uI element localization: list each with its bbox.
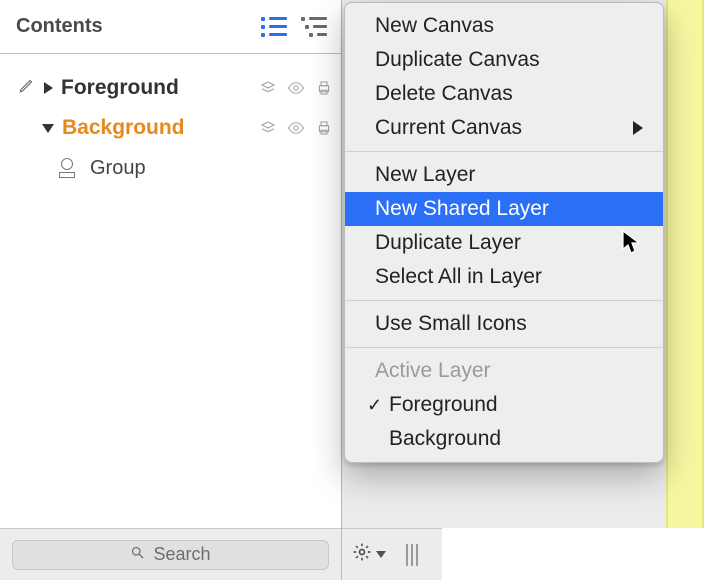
visibility-icon[interactable]: [285, 79, 307, 97]
menu-item-new-shared-layer[interactable]: New Shared Layer: [345, 192, 663, 226]
layer-name: Background: [62, 116, 185, 140]
menu-item-active-background[interactable]: Background: [345, 422, 663, 456]
layer-row-background[interactable]: Background: [0, 108, 341, 148]
disclosure-triangle-icon[interactable]: [44, 82, 53, 94]
menu-item-current-canvas[interactable]: Current Canvas: [345, 111, 663, 145]
group-name: Group: [90, 157, 146, 180]
context-menu: New Canvas Duplicate Canvas Delete Canva…: [344, 2, 664, 463]
shared-layer-icon[interactable]: [257, 79, 279, 97]
gear-icon: [352, 542, 372, 568]
menu-item-delete-canvas[interactable]: Delete Canvas: [345, 77, 663, 111]
list-view-icon[interactable]: [261, 17, 287, 37]
search-icon: [130, 544, 145, 565]
print-icon[interactable]: [313, 119, 335, 137]
sidebar-title: Contents: [16, 15, 261, 38]
layer-row-foreground[interactable]: Foreground: [0, 68, 341, 108]
menu-item-new-canvas[interactable]: New Canvas: [345, 9, 663, 43]
menu-separator: [345, 151, 663, 152]
menu-separator: [345, 300, 663, 301]
canvas-page-edge: [666, 0, 704, 528]
search-placeholder: Search: [153, 544, 210, 565]
menu-item-use-small-icons[interactable]: Use Small Icons: [345, 307, 663, 341]
menu-item-duplicate-layer[interactable]: Duplicate Layer: [345, 226, 663, 260]
menu-item-duplicate-canvas[interactable]: Duplicate Canvas: [345, 43, 663, 77]
menu-item-active-foreground[interactable]: ✓Foreground: [345, 388, 663, 422]
checkmark-icon: ✓: [367, 395, 382, 416]
sidebar-header: Contents: [0, 0, 341, 54]
search-input[interactable]: Search: [12, 540, 329, 570]
sidebar-footer: Search: [0, 528, 341, 580]
group-row[interactable]: Group: [0, 148, 341, 188]
panel-resize-grip[interactable]: [402, 528, 442, 580]
outline-view-icon[interactable]: [301, 17, 327, 37]
menu-item-select-all-in-layer[interactable]: Select All in Layer: [345, 260, 663, 294]
shared-layer-icon[interactable]: [257, 119, 279, 137]
chevron-down-icon: [376, 551, 386, 558]
menu-separator: [345, 347, 663, 348]
gear-menu-button[interactable]: [342, 528, 402, 580]
layer-tree: Foreground Background Group: [0, 54, 341, 188]
visibility-icon[interactable]: [285, 119, 307, 137]
group-icon: [56, 158, 78, 178]
layers-sidebar: Contents Foreground: [0, 0, 342, 580]
pencil-icon: [18, 76, 36, 100]
disclosure-triangle-icon[interactable]: [42, 124, 54, 133]
layer-name: Foreground: [61, 76, 179, 100]
menu-item-new-layer[interactable]: New Layer: [345, 158, 663, 192]
print-icon[interactable]: [313, 79, 335, 97]
menu-heading-active-layer: Active Layer: [345, 354, 663, 388]
